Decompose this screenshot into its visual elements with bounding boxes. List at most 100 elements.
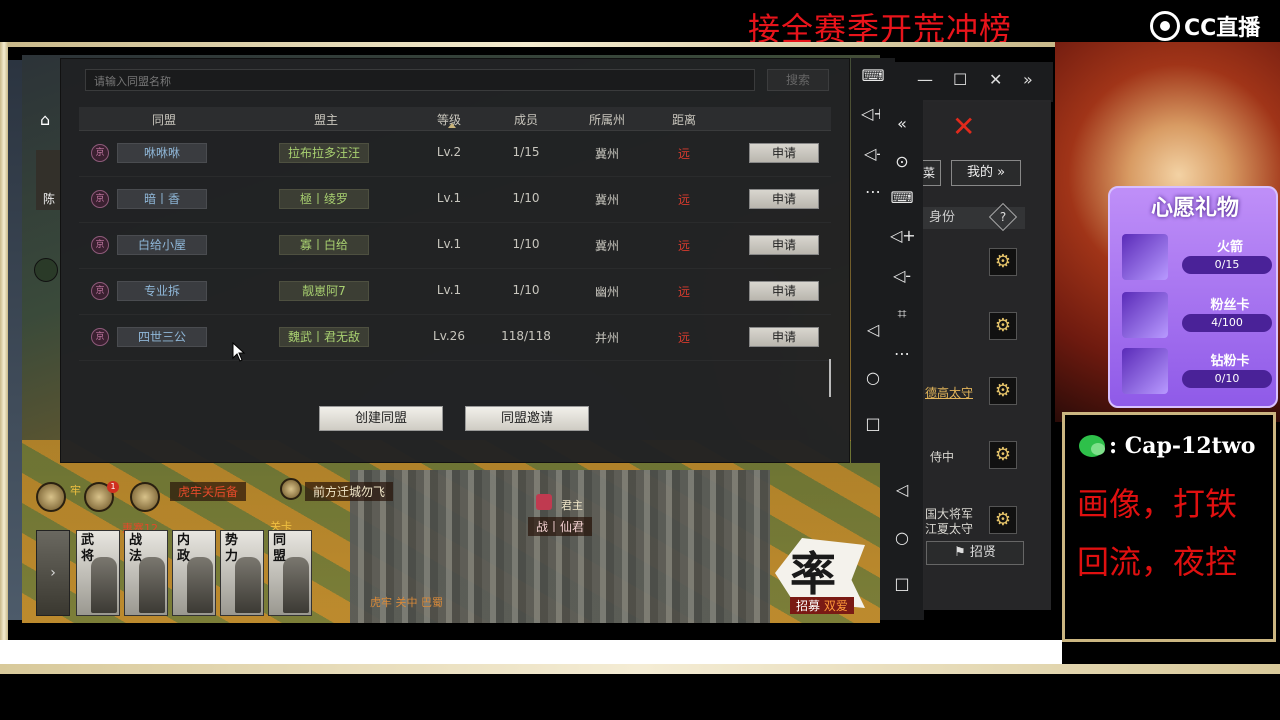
keyboard-icon-2[interactable]: ⌨: [890, 188, 914, 207]
apply-button[interactable]: 申请: [749, 235, 819, 255]
pass-label[interactable]: 虎牢关后备: [170, 482, 247, 501]
back-icon-2[interactable]: ◁: [890, 480, 914, 499]
recruit-talent-button[interactable]: ⚑ 招贤: [926, 541, 1024, 565]
alliance-distance: 远: [677, 193, 690, 207]
expand-icon[interactable]: »: [1023, 70, 1033, 89]
tabs-collapse-button[interactable]: ›: [36, 530, 70, 616]
search-button[interactable]: 搜索: [767, 69, 829, 91]
gift-item[interactable]: 粉丝卡 4/100: [1118, 290, 1272, 340]
bottom-region-text: 虎牢 关中 巴蜀: [370, 596, 443, 609]
col-state[interactable]: 所属州: [577, 111, 637, 128]
rank-badge-icon: 京: [91, 144, 109, 162]
mine-button[interactable]: 我的 »: [951, 160, 1021, 186]
more-icon-2[interactable]: ⋯: [890, 344, 914, 363]
gift-name: 粉丝卡: [1210, 298, 1250, 313]
apply-button[interactable]: 申请: [749, 143, 819, 163]
alliance-leader[interactable]: 拉布拉多汪汪: [279, 143, 369, 163]
alliance-state: 冀州: [594, 147, 619, 161]
side-label: 陈: [42, 192, 55, 206]
home-circle-icon-2[interactable]: ○: [890, 528, 914, 547]
table-scrollbar[interactable]: [829, 359, 831, 397]
alliance-name[interactable]: 专业拆: [117, 281, 207, 301]
fan-card-icon: [1122, 292, 1168, 338]
gift-item[interactable]: 火箭 0/15: [1118, 232, 1272, 282]
bottom-frame: [0, 664, 1280, 674]
alliance-name[interactable]: 暗丨香: [117, 189, 207, 209]
gift-item[interactable]: 钻粉卡 0/10: [1118, 346, 1272, 396]
frame-left: [0, 42, 8, 642]
alliance-dialog: 请输入同盟名称 搜索 同盟 盟主 等级 成员 所属州 距离 京 咻咻咻 拉布拉多…: [60, 58, 850, 463]
role-label: 侍中: [930, 450, 955, 464]
recruit-char: 率: [790, 547, 836, 601]
frame-top: [0, 42, 1055, 47]
home-icon[interactable]: ⌂: [40, 110, 62, 132]
tab-tactics-label: 战法: [129, 533, 143, 564]
alliance-row: 京 咻咻咻 拉布拉多汪汪 Lv.2 1/15 冀州 远 申请: [79, 131, 831, 177]
alliance-state: 冀州: [594, 193, 619, 207]
alliance-members: 1/10: [512, 237, 540, 251]
alliance-members: 118/118: [501, 329, 551, 343]
volume-down-icon-2[interactable]: ◁-: [890, 266, 914, 285]
alliance-leader[interactable]: 極丨绫罗: [279, 189, 369, 209]
maximize-icon[interactable]: ☐: [953, 70, 967, 89]
alliance-table-header: 同盟 盟主 等级 成员 所属州 距离: [79, 107, 831, 131]
col-leader[interactable]: 盟主: [301, 111, 351, 128]
service-tags-line1: 画像，打铁: [1077, 485, 1238, 523]
col-members[interactable]: 成员: [501, 111, 551, 128]
tab-power[interactable]: 势力: [220, 530, 264, 616]
gift-progress: 0/15: [1182, 256, 1272, 274]
partial-tab-button[interactable]: 菜: [923, 160, 941, 186]
alliance-name[interactable]: 白给小屋: [117, 235, 207, 255]
apply-button[interactable]: 申请: [749, 327, 819, 347]
minimize-icon[interactable]: —: [917, 70, 933, 89]
alliance-level: Lv.2: [436, 145, 462, 159]
alliance-leader[interactable]: 寡丨白给: [279, 235, 369, 255]
alliance-leader[interactable]: 靓崽阿7: [279, 281, 369, 301]
screenshot-icon[interactable]: ⌗: [890, 304, 914, 324]
tab-generals[interactable]: 武将: [76, 530, 120, 616]
alliance-row: 京 白给小屋 寡丨白给 Lv.1 1/10 冀州 远 申请: [79, 223, 831, 269]
player-tag: 君主: [561, 499, 583, 512]
close-icon[interactable]: ✕: [989, 70, 1002, 89]
gear-icon[interactable]: ⚙: [989, 506, 1017, 534]
tab-internal[interactable]: 内政: [172, 530, 216, 616]
move-label[interactable]: 前方迁城勿飞: [305, 482, 394, 501]
apply-button[interactable]: 申请: [749, 189, 819, 209]
record-icon[interactable]: ⊙: [890, 152, 914, 171]
gear-icon[interactable]: ⚙: [989, 377, 1017, 405]
recruit-tag[interactable]: 招募 双爱: [790, 597, 854, 614]
top-banner: 接全赛季开荒冲榜 CC直播: [0, 0, 1280, 48]
gear-icon[interactable]: ⚙: [989, 312, 1017, 340]
side-avatar[interactable]: 陈: [36, 150, 62, 210]
recruit-tag-left: 招募: [796, 599, 821, 613]
alliance-name[interactable]: 四世三公: [117, 327, 207, 347]
close-x-icon[interactable]: ✕: [952, 110, 975, 143]
recent-apps-icon-2[interactable]: □: [890, 574, 914, 593]
collapse-icon[interactable]: «: [890, 114, 914, 133]
gift-name: 火箭: [1216, 240, 1243, 255]
alliance-level: Lv.1: [436, 283, 462, 297]
gear-icon[interactable]: ⚙: [989, 441, 1017, 469]
flag-icon: ⚑: [954, 545, 970, 560]
gear-icon[interactable]: ⚙: [989, 248, 1017, 276]
player-name[interactable]: 战丨仙君: [528, 517, 593, 536]
alliance-search-input[interactable]: 请输入同盟名称: [85, 69, 755, 91]
keyboard-icon[interactable]: ⌨: [861, 66, 885, 85]
alliance-invite-button[interactable]: 同盟邀请: [465, 406, 589, 431]
apply-button[interactable]: 申请: [749, 281, 819, 301]
col-distance[interactable]: 距离: [659, 111, 709, 128]
alliance-distance: 远: [677, 147, 690, 161]
col-alliance[interactable]: 同盟: [139, 111, 189, 128]
alliance-state: 冀州: [594, 239, 619, 253]
alliance-leader[interactable]: 魏武丨君无敌: [279, 327, 369, 347]
contact-panel: : Cap-12two 画像，打铁 回流，夜控: [1062, 412, 1276, 642]
leaf-icon[interactable]: [34, 258, 58, 282]
alliance-name[interactable]: 咻咻咻: [117, 143, 207, 163]
eagle-icon[interactable]: [130, 482, 160, 512]
tab-tactics[interactable]: 战法: [124, 530, 168, 616]
create-alliance-button[interactable]: 创建同盟: [319, 406, 443, 431]
tab-alliance[interactable]: 同盟: [268, 530, 312, 616]
wechat-id: : Cap-12two: [1109, 433, 1256, 459]
volume-up-icon-2[interactable]: ◁+: [890, 226, 916, 245]
platform-logo-text: CC直播: [1184, 16, 1261, 41]
